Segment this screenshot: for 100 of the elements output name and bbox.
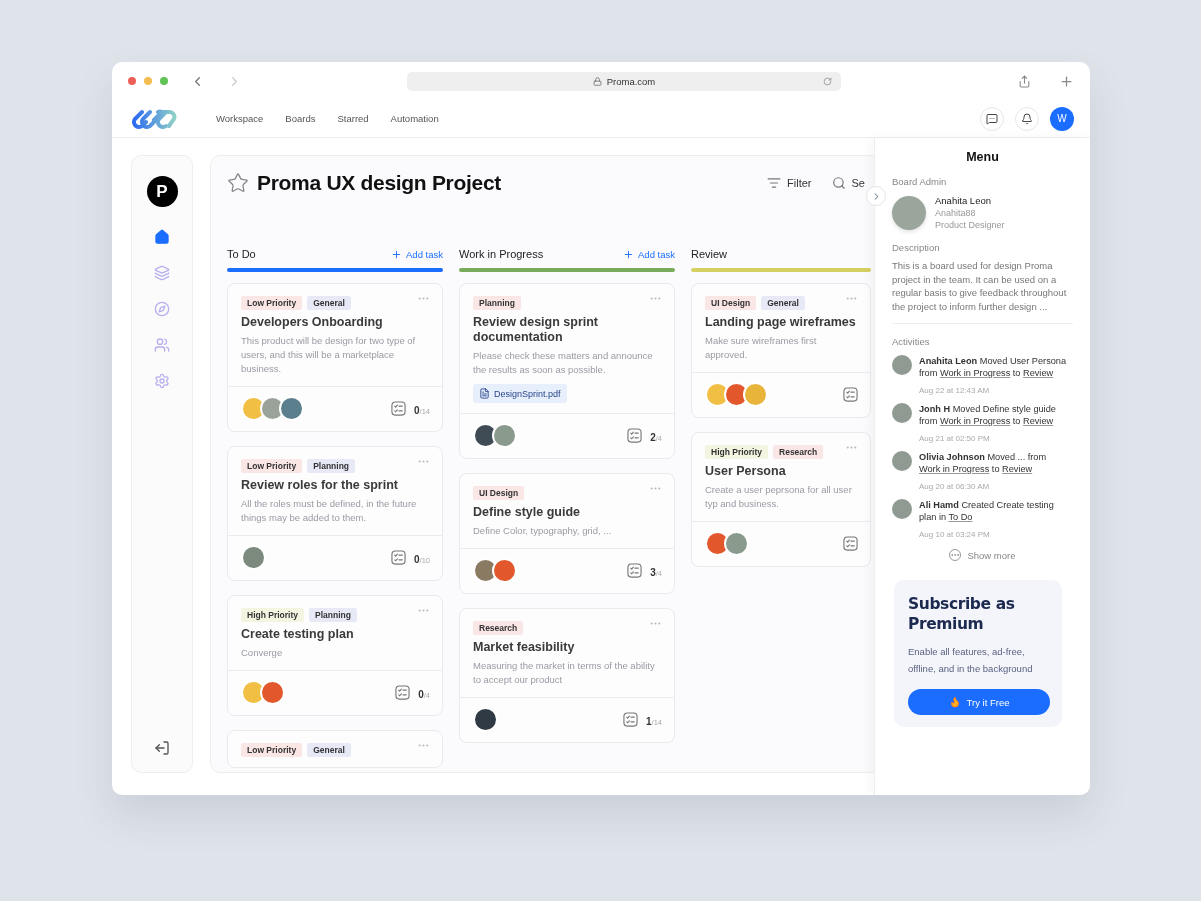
card-title: Create testing plan — [241, 627, 355, 642]
card-description: This product will be design for two type of users, and this will be a marketplace business. — [241, 334, 417, 376]
checklist-icon — [843, 536, 858, 551]
show-more-button[interactable]: Show more — [949, 549, 1016, 561]
layers-icon[interactable] — [154, 265, 170, 281]
filter-button[interactable]: Filter — [767, 176, 812, 190]
card-title: Market feasibility — [473, 640, 576, 655]
activity-text: Jonh H Moved Define style guide from Work in Progress to Review — [919, 403, 1057, 427]
tag: Planning — [307, 459, 355, 473]
minimize-dot — [144, 77, 152, 85]
task-card[interactable]: High Priority Research User Persona Create a user peprsona for all user typ and business. — [691, 432, 871, 567]
plus-icon — [391, 248, 403, 260]
card-title: Define style guide — [473, 505, 581, 520]
tag: UI Design — [473, 486, 525, 500]
board-title: Proma UX design Project — [257, 171, 501, 195]
activity-link[interactable]: To Do — [948, 512, 973, 522]
premium-title: Subscribe as Premium — [908, 594, 1016, 634]
search-button[interactable]: Se — [831, 176, 865, 190]
help-button[interactable] — [980, 106, 1004, 131]
card-title: User Persona — [705, 464, 787, 479]
checklist-icon — [627, 428, 643, 443]
card-title: Review design sprint documentation — [473, 315, 600, 345]
workspace-logo: P — [146, 176, 178, 207]
activity-link[interactable]: Review — [1023, 416, 1054, 426]
activity-text: Ali Hamd Created Create testing plan in To Do — [919, 499, 1055, 523]
admin-name: Anahita Leon — [935, 195, 992, 206]
activity-time: Aug 22 at 12:43 AM — [919, 386, 991, 395]
checklist-icon — [391, 401, 406, 416]
address-bar[interactable]: Proma.com — [407, 72, 841, 91]
compass-icon[interactable] — [154, 301, 170, 317]
tag: General — [307, 743, 351, 757]
maximize-dot — [160, 77, 168, 85]
notifications-button[interactable] — [1015, 106, 1039, 131]
star-icon[interactable] — [227, 172, 249, 194]
new-tab-button[interactable] — [1059, 73, 1074, 89]
checklist-icon — [843, 387, 858, 402]
tag: Planning — [473, 296, 521, 310]
tag: High Priority — [241, 608, 304, 622]
tag: General — [761, 296, 805, 310]
checklist-icon — [391, 550, 406, 565]
tag: Research — [473, 621, 524, 635]
settings-icon[interactable] — [154, 373, 170, 389]
add-task-button[interactable]: Add task — [623, 248, 675, 260]
card-description: Converge — [241, 646, 284, 660]
activity-text: Olivia Johnson Moved ... from Work in Progress to Review — [919, 451, 1048, 475]
card-description: Define Color, typography, grid, ... — [473, 524, 613, 538]
card-description: Please check these matters and announce the results as soon as possible. — [473, 349, 654, 377]
column-title: To Do — [227, 248, 256, 260]
activity-link[interactable]: Review — [1023, 368, 1054, 378]
card-title: Landing page wireframes — [705, 315, 857, 330]
activity-link[interactable]: Work in Progress — [939, 368, 1011, 378]
share-button[interactable] — [1018, 74, 1031, 88]
home-icon[interactable] — [154, 229, 170, 245]
logout-icon[interactable] — [154, 740, 170, 756]
checklist-icon — [395, 685, 411, 700]
column-title: Review — [691, 248, 728, 260]
filter-icon — [767, 176, 782, 190]
activity-time: Aug 10 at 03:24 PM — [919, 530, 991, 539]
premium-text: Enable all features, ad-free, offline, and in the background — [908, 645, 1034, 676]
nav-link[interactable]: Automation — [390, 113, 439, 124]
activity-avatar — [892, 403, 912, 423]
activity-avatar — [892, 499, 912, 519]
section-label: Board Admin — [892, 176, 948, 187]
done-count: 0 — [414, 553, 420, 565]
activity-link[interactable]: Work in Progress — [939, 416, 1011, 426]
nav-link[interactable]: Workspace — [216, 113, 264, 124]
add-task-button[interactable]: Add task — [391, 248, 443, 260]
activity-time: Aug 20 at 06:30 AM — [919, 482, 991, 491]
done-count: 0 — [414, 404, 420, 416]
reload-icon — [823, 77, 832, 86]
column-title: Work in Progress — [459, 248, 544, 260]
tag: UI Design — [705, 296, 757, 310]
task-card[interactable]: Low Priority General — [227, 730, 443, 768]
try-free-button[interactable]: Try it Free — [908, 689, 1050, 715]
activity-link[interactable]: Review — [1002, 464, 1033, 474]
plus-icon — [623, 248, 635, 260]
card-title: Review roles for the sprint — [241, 478, 399, 493]
activity-link[interactable]: Work in Progress — [919, 464, 990, 474]
tag: Low Priority — [241, 459, 303, 473]
activity-time: Aug 21 at 02:50 PM — [919, 434, 991, 443]
done-count: 0 — [418, 688, 424, 700]
nav-link[interactable]: Boards — [285, 113, 316, 124]
tag: Research — [773, 445, 824, 459]
done-count: 1 — [646, 715, 652, 727]
flame-icon — [948, 696, 961, 708]
users-icon[interactable] — [154, 337, 170, 353]
help-icon — [986, 112, 998, 125]
admin-role: Product Designer — [935, 220, 1005, 230]
activity-avatar — [892, 355, 912, 375]
task-card[interactable]: UI Design General Landing page wireframes Make sure wireframes first approved. — [691, 283, 871, 418]
attachment-chip[interactable]: DesignSprint.pdf — [473, 384, 567, 403]
card-description: Measuring the market in terms of the ability to accept our product — [473, 659, 656, 687]
close-dot — [128, 77, 136, 85]
share-icon — [1018, 74, 1031, 88]
board-description: This is a board used for design Proma project in the team. It can be used on a regular basis to give feedback throughout the project to inform further design ... — [892, 259, 1068, 313]
user-avatar[interactable]: W — [1050, 106, 1074, 131]
collapse-button[interactable] — [866, 186, 886, 206]
nav-link[interactable]: Starred — [337, 113, 369, 124]
menu-title: Menu — [965, 150, 1000, 164]
checklist-icon — [627, 563, 643, 578]
